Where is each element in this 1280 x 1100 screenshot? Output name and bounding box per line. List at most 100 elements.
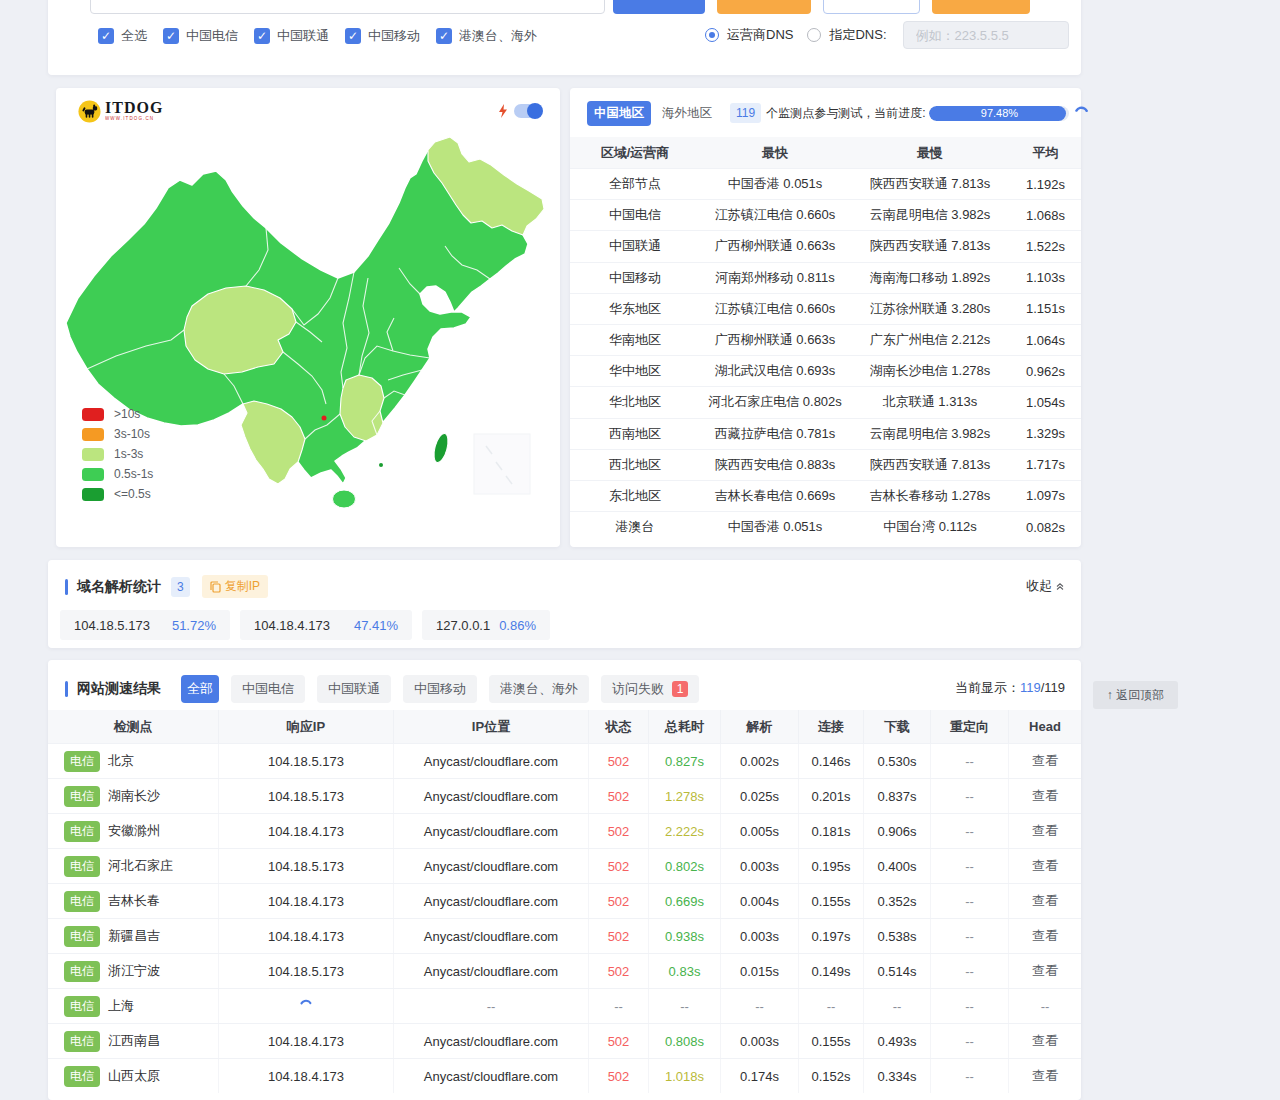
filter-button[interactable]: 中国联通 xyxy=(317,675,391,703)
connect-time-cell: 0.155s xyxy=(798,1024,863,1058)
filter-button[interactable]: 访问失败1 xyxy=(601,675,699,703)
itdog-logo-url: WWW.ITDOG.CN xyxy=(105,116,154,121)
checkbox-item: ✓中国电信 xyxy=(163,27,238,45)
region-table-row: 中国电信江苏镇江电信 0.660s云南昆明电信 3.982s1.068s xyxy=(570,199,1081,230)
redirect-cell: -- xyxy=(930,779,1008,813)
region-table-row: 华东地区江苏镇江电信 0.660s江苏徐州联通 3.280s1.151s xyxy=(570,293,1081,324)
loading-spinner-icon xyxy=(1074,106,1089,121)
region-table-header: 区域/运营商最快最慢平均 xyxy=(570,137,1081,168)
status-cell: 502 xyxy=(588,919,648,953)
download-time-cell: 0.352s xyxy=(863,884,930,918)
action-button-primary[interactable] xyxy=(613,0,705,14)
average-value: 0.962s xyxy=(1010,364,1081,379)
slowest-value: 吉林长春移动 1.278s xyxy=(850,487,1010,505)
checkbox-label: 港澳台、海外 xyxy=(459,27,537,45)
checkbox-checked[interactable]: ✓ xyxy=(436,28,452,44)
status-cell: 502 xyxy=(588,1059,648,1093)
dns-time-cell: 0.025s xyxy=(720,779,798,813)
isp-badge: 电信 xyxy=(64,891,100,912)
region-col-header: 最慢 xyxy=(850,144,1010,162)
checkbox-label: 中国移动 xyxy=(368,27,420,45)
head-view-link[interactable]: 查看 xyxy=(1008,744,1081,778)
average-value: 1.097s xyxy=(1010,488,1081,503)
radio-carrier-dns[interactable] xyxy=(705,28,719,42)
slowest-value: 云南昆明电信 3.982s xyxy=(850,425,1010,443)
action-button-secondary-1[interactable] xyxy=(717,0,811,14)
isp-badge: 电信 xyxy=(64,821,100,842)
node-cell: 电信湖南长沙 xyxy=(48,779,218,813)
dns-time-cell: -- xyxy=(720,989,798,1023)
download-time-cell: 0.530s xyxy=(863,744,930,778)
isp-badge: 电信 xyxy=(64,996,100,1017)
fastest-value: 河北石家庄电信 0.802s xyxy=(700,393,850,411)
results-col-header: 总耗时 xyxy=(648,710,720,743)
isp-badge: 电信 xyxy=(64,786,100,807)
total-time-cell: 0.938s xyxy=(648,919,720,953)
head-view-link[interactable]: 查看 xyxy=(1008,849,1081,883)
radio-custom-dns[interactable] xyxy=(807,28,821,42)
slowest-value: 江苏徐州联通 3.280s xyxy=(850,300,1010,318)
response-ip-cell: 104.18.4.173 xyxy=(218,1024,393,1058)
tab-overseas-region[interactable]: 海外地区 xyxy=(662,105,712,122)
head-view-link[interactable]: 查看 xyxy=(1008,779,1081,813)
filter-button[interactable]: 中国电信 xyxy=(231,675,305,703)
results-table-row: 电信浙江宁波104.18.5.173Anycast/cloudflare.com… xyxy=(48,953,1081,988)
action-button-secondary-2[interactable] xyxy=(932,0,1030,14)
back-to-top-button[interactable]: ↑ 返回顶部 xyxy=(1093,681,1178,709)
connect-time-cell: 0.195s xyxy=(798,849,863,883)
checkbox-checked[interactable]: ✓ xyxy=(254,28,270,44)
fail-count-badge: 1 xyxy=(672,681,688,697)
dns-time-cell: 0.003s xyxy=(720,919,798,953)
copy-ip-button[interactable]: 复制IP xyxy=(202,575,268,598)
target-url-input[interactable] xyxy=(90,0,605,14)
connect-time-cell: -- xyxy=(798,989,863,1023)
head-view-link[interactable]: 查看 xyxy=(1008,1024,1081,1058)
filter-button[interactable]: 中国移动 xyxy=(403,675,477,703)
head-view-link[interactable]: 查看 xyxy=(1008,814,1081,848)
response-ip-cell: 104.18.4.173 xyxy=(218,814,393,848)
region-name: 西南地区 xyxy=(570,425,700,443)
connect-time-cell: 0.146s xyxy=(798,744,863,778)
fastest-value: 广西柳州联通 0.663s xyxy=(700,331,850,349)
dns-time-cell: 0.004s xyxy=(720,884,798,918)
slowest-value: 陕西西安联通 7.813s xyxy=(850,237,1010,255)
head-view-link[interactable]: 查看 xyxy=(1008,954,1081,988)
legend-label: 0.5s-1s xyxy=(114,467,153,481)
radio-custom-dns-label: 指定DNS: xyxy=(829,26,886,44)
average-value: 1.151s xyxy=(1010,301,1081,316)
head-view-link[interactable]: 查看 xyxy=(1008,884,1081,918)
legend-label: 3s-10s xyxy=(114,427,150,441)
head-view-link[interactable]: 查看 xyxy=(1008,919,1081,953)
response-ip-cell xyxy=(218,989,393,1023)
total-time-cell: 0.827s xyxy=(648,744,720,778)
fastest-value: 吉林长春电信 0.669s xyxy=(700,487,850,505)
legend-label: >10s xyxy=(114,407,140,421)
status-cell: 502 xyxy=(588,814,648,848)
dns-ip-percent: 0.86% xyxy=(499,618,536,633)
action-button-outline[interactable] xyxy=(823,0,920,14)
slowest-value: 湖南长沙电信 1.278s xyxy=(850,362,1010,380)
region-table-row: 西北地区陕西西安电信 0.883s陕西西安联通 7.813s1.717s xyxy=(570,449,1081,480)
isp-badge: 电信 xyxy=(64,961,100,982)
collapse-button[interactable]: 收起 xyxy=(1026,577,1065,595)
fastest-value: 中国香港 0.051s xyxy=(700,175,850,193)
progress-bar: 97.48% xyxy=(929,106,1069,121)
connect-time-cell: 0.155s xyxy=(798,884,863,918)
filter-button[interactable]: 港澳台、海外 xyxy=(489,675,589,703)
map-toggle[interactable] xyxy=(514,104,542,118)
total-time-cell: 0.83s xyxy=(648,954,720,988)
checkbox-checked[interactable]: ✓ xyxy=(163,28,179,44)
slowest-value: 陕西西安联通 7.813s xyxy=(850,175,1010,193)
results-table-row: 电信安徽滁州104.18.4.173Anycast/cloudflare.com… xyxy=(48,813,1081,848)
custom-dns-input[interactable] xyxy=(903,21,1069,49)
head-view-link[interactable]: 查看 xyxy=(1008,1059,1081,1093)
checkbox-item: ✓ 中国移动 xyxy=(345,27,420,45)
response-ip-cell: 104.18.4.173 xyxy=(218,919,393,953)
tab-china-region[interactable]: 中国地区 xyxy=(587,101,651,126)
average-value: 1.064s xyxy=(1010,333,1081,348)
checkbox-checked[interactable]: ✓ xyxy=(98,28,114,44)
checkbox-item: ✓中国联通 xyxy=(254,27,329,45)
filter-button[interactable]: 全部 xyxy=(181,675,219,703)
redirect-cell: -- xyxy=(930,989,1008,1023)
checkbox-checked[interactable]: ✓ xyxy=(345,28,361,44)
